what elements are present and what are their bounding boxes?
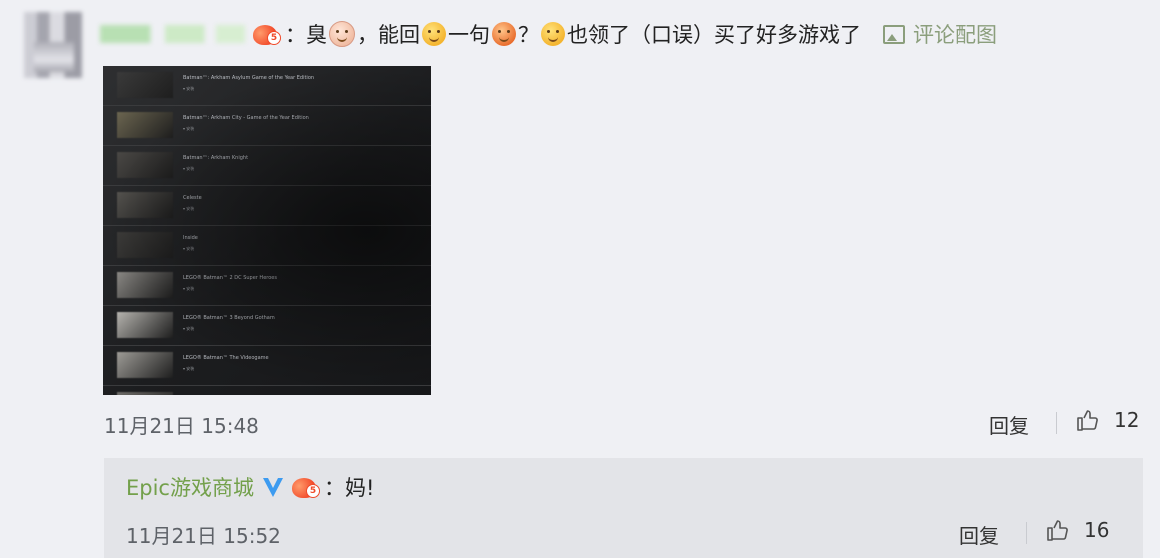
comment-timestamp: 11月21日 15:48 (104, 414, 259, 438)
smile-emoji-icon (422, 22, 446, 46)
comment-image-link-label: 评论配图 (913, 23, 997, 47)
game-row: Batman™: Arkham Asylum Game of the Year … (103, 66, 431, 106)
comment-avatar[interactable] (24, 12, 82, 78)
game-thumbnail (117, 72, 173, 98)
baby-emoji-icon (329, 21, 355, 47)
game-install-status: ▾ 安装 (183, 126, 195, 131)
game-install-status: ▾ 安装 (183, 86, 195, 91)
game-thumbnail (117, 112, 173, 138)
comment-author-name[interactable] (100, 25, 245, 43)
game-install-status: ▾ 安装 (183, 166, 195, 171)
game-thumbnail (117, 272, 173, 298)
game-title: Batman™: Arkham Knight (183, 155, 249, 161)
game-row: LEGO® Batman™ 3 Beyond Gotham ▾ 安装 (103, 306, 431, 346)
game-install-status: ▾ 安装 (183, 326, 195, 331)
game-install-status: ▾ 安装 (183, 246, 195, 251)
awkward-emoji-icon (541, 22, 565, 46)
sub-reply-meta: 11月21日 15:52 回复 16 (126, 518, 1126, 548)
game-title: LEGO® Batman™ The Videogame (183, 355, 269, 361)
game-library-list: Batman™: Arkham Asylum Game of the Year … (103, 66, 431, 395)
sub-reply-like-button[interactable]: 16 (1046, 518, 1109, 542)
game-row: Inside ▾ 安装 (103, 226, 431, 266)
sub-reply-author[interactable]: Epic游戏商城 (126, 472, 254, 502)
sub-reply-content: Epic游戏商城 5 ：妈! (126, 472, 374, 502)
comment-text-part: 一句 (448, 23, 490, 47)
game-thumbnail (117, 192, 173, 218)
game-row: LEGO® Batman™ The Videogame ▾ 安装 (103, 346, 431, 386)
game-title: Batman™: Arkham City - Game of the Year … (183, 115, 309, 121)
game-thumbnail (117, 232, 173, 258)
comment-content: 5 ：臭 ，能回 一句 ？ 也领了（口误）买了好多游戏了 评论配图 (100, 14, 997, 54)
game-row: Batman™: Arkham City - Game of the Year … (103, 106, 431, 146)
sub-reply-box: Epic游戏商城 5 ：妈! 11月21日 15:52 回复 16 (104, 458, 1143, 558)
attached-image[interactable]: Batman™: Arkham Asylum Game of the Year … (103, 66, 431, 395)
comment-text-part: ：臭 (285, 23, 327, 47)
game-thumbnail (117, 312, 173, 338)
fan-badge-icon: 5 (291, 476, 320, 498)
comment-meta: 11月21日 15:48 回复 12 (104, 408, 1144, 438)
game-thumbnail (117, 392, 173, 395)
sub-reply-reply-button[interactable]: 回复 (959, 520, 999, 549)
game-row: Celeste ▾ 安装 (103, 186, 431, 226)
comment-text-part: ，能回 (357, 23, 420, 47)
game-title: LEGO® Batman™ 2 DC Super Heroes (183, 275, 277, 281)
game-thumbnail (117, 152, 173, 178)
game-row: Hitman▾ 安装 (103, 386, 431, 395)
thumbs-up-icon (1076, 408, 1100, 432)
game-title: Inside (183, 235, 198, 241)
game-row: LEGO® Batman™ 2 DC Super Heroes ▾ 安装 (103, 266, 431, 306)
game-title: Batman™: Arkham Asylum Game of the Year … (183, 75, 315, 81)
meta-divider (1056, 412, 1057, 434)
game-row: Batman™: Arkham Knight ▾ 安装 (103, 146, 431, 186)
sub-reply-text: ：妈! (323, 476, 375, 500)
verified-v-icon (260, 474, 286, 500)
sub-reply-timestamp: 11月21日 15:52 (126, 524, 281, 548)
comment-text-part: 也领了（口误）买了好多游戏了 (567, 23, 861, 47)
comment-like-button[interactable]: 12 (1076, 408, 1139, 432)
angry-emoji-icon (492, 22, 516, 46)
comment-text-part: ？ (518, 23, 539, 47)
image-icon (883, 24, 905, 44)
game-install-status: ▾ 安装 (183, 206, 195, 211)
thumbs-up-icon (1046, 518, 1070, 542)
meta-divider (1026, 522, 1027, 544)
game-thumbnail (117, 352, 173, 378)
game-install-status: ▾ 安装 (183, 286, 195, 291)
game-title: Celeste (183, 195, 202, 201)
comment-image-link[interactable]: 评论配图 (883, 19, 997, 49)
game-title: LEGO® Batman™ 3 Beyond Gotham (183, 315, 275, 321)
game-install-status: ▾ 安装 (183, 366, 195, 371)
comment-reply-button[interactable]: 回复 (989, 410, 1029, 439)
comment-like-count: 12 (1114, 408, 1140, 432)
fan-badge-icon: 5 (253, 23, 281, 45)
sub-reply-like-count: 16 (1084, 518, 1110, 542)
